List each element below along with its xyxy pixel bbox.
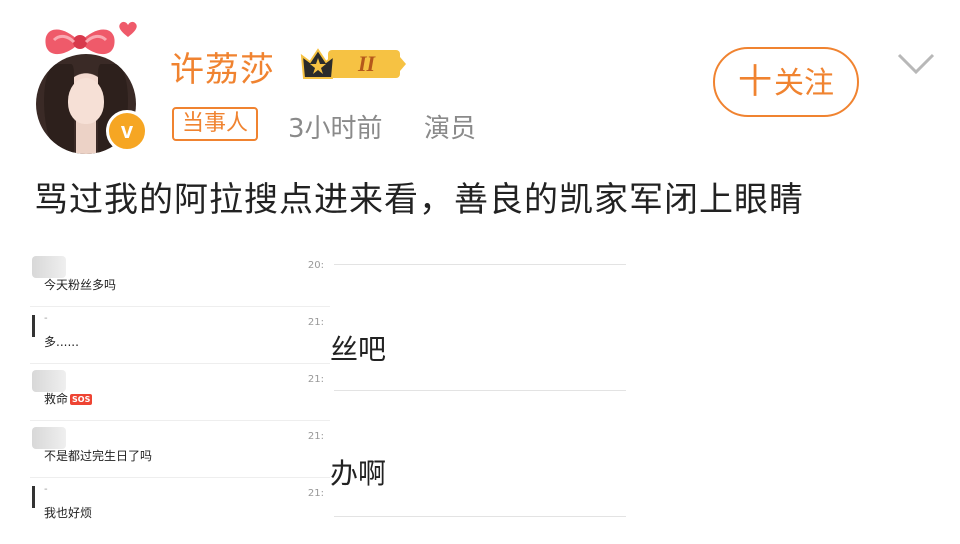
chat-message: 救命 [44, 392, 69, 406]
chat-time: 21: [307, 317, 324, 328]
level-label: II [358, 51, 376, 76]
crown-icon [300, 48, 406, 79]
chat-time: 21: [307, 431, 324, 442]
identity-tag: 当事人 [172, 107, 259, 141]
chat-row: - 我也好烦 21: [30, 478, 330, 534]
chat-message: 多...... [44, 335, 79, 349]
post-text: 骂过我的阿拉搜点进来看，善良的凯家军闭上眼睛 [34, 180, 804, 220]
chevron-down-icon[interactable] [896, 52, 936, 76]
blurred-avatar [32, 370, 66, 392]
post-time: 3小时前 [288, 114, 383, 144]
background-chat-panel: 丝吧 办啊 [330, 250, 630, 522]
chat-time: 21: [307, 488, 324, 499]
sos-icon: SOS [70, 394, 93, 405]
blurred-avatar [32, 427, 66, 449]
follow-button[interactable]: 十关注 [713, 47, 859, 117]
user-avatar[interactable]: v [26, 20, 156, 154]
heart-icon [119, 21, 137, 37]
chat-row: 今天粉丝多吗 20: [30, 250, 330, 307]
chat-time: 21: [307, 374, 324, 385]
plus-icon: 十 [738, 62, 772, 102]
bow-icon [45, 29, 115, 55]
chat-row: 救命 SOS 21: [30, 364, 330, 421]
chat-sender: - [44, 313, 48, 324]
blurred-avatar [32, 256, 66, 278]
background-text: 丝吧 [330, 333, 387, 366]
chat-message: 今天粉丝多吗 [44, 278, 117, 292]
user-role: 演员 [424, 114, 477, 144]
chat-row: 不是都过完生日了吗 21: [30, 421, 330, 478]
background-text: 办啊 [330, 457, 387, 490]
chat-screenshot[interactable]: 今天粉丝多吗 20: - 多...... 21: 救命 SOS 21: 不是都过完… [30, 250, 330, 522]
chat-row: - 多...... 21: [30, 307, 330, 364]
chat-sender: - [44, 484, 48, 495]
v-verified-badge: v [106, 110, 148, 152]
chat-message: 我也好烦 [44, 506, 93, 520]
chat-message-with-badge: 救命 SOS [44, 390, 93, 407]
username[interactable]: 许荔莎 [170, 42, 275, 91]
follow-label: 关注 [774, 66, 834, 101]
chat-time: 20: [307, 260, 324, 271]
chat-message: 不是都过完生日了吗 [44, 449, 153, 463]
